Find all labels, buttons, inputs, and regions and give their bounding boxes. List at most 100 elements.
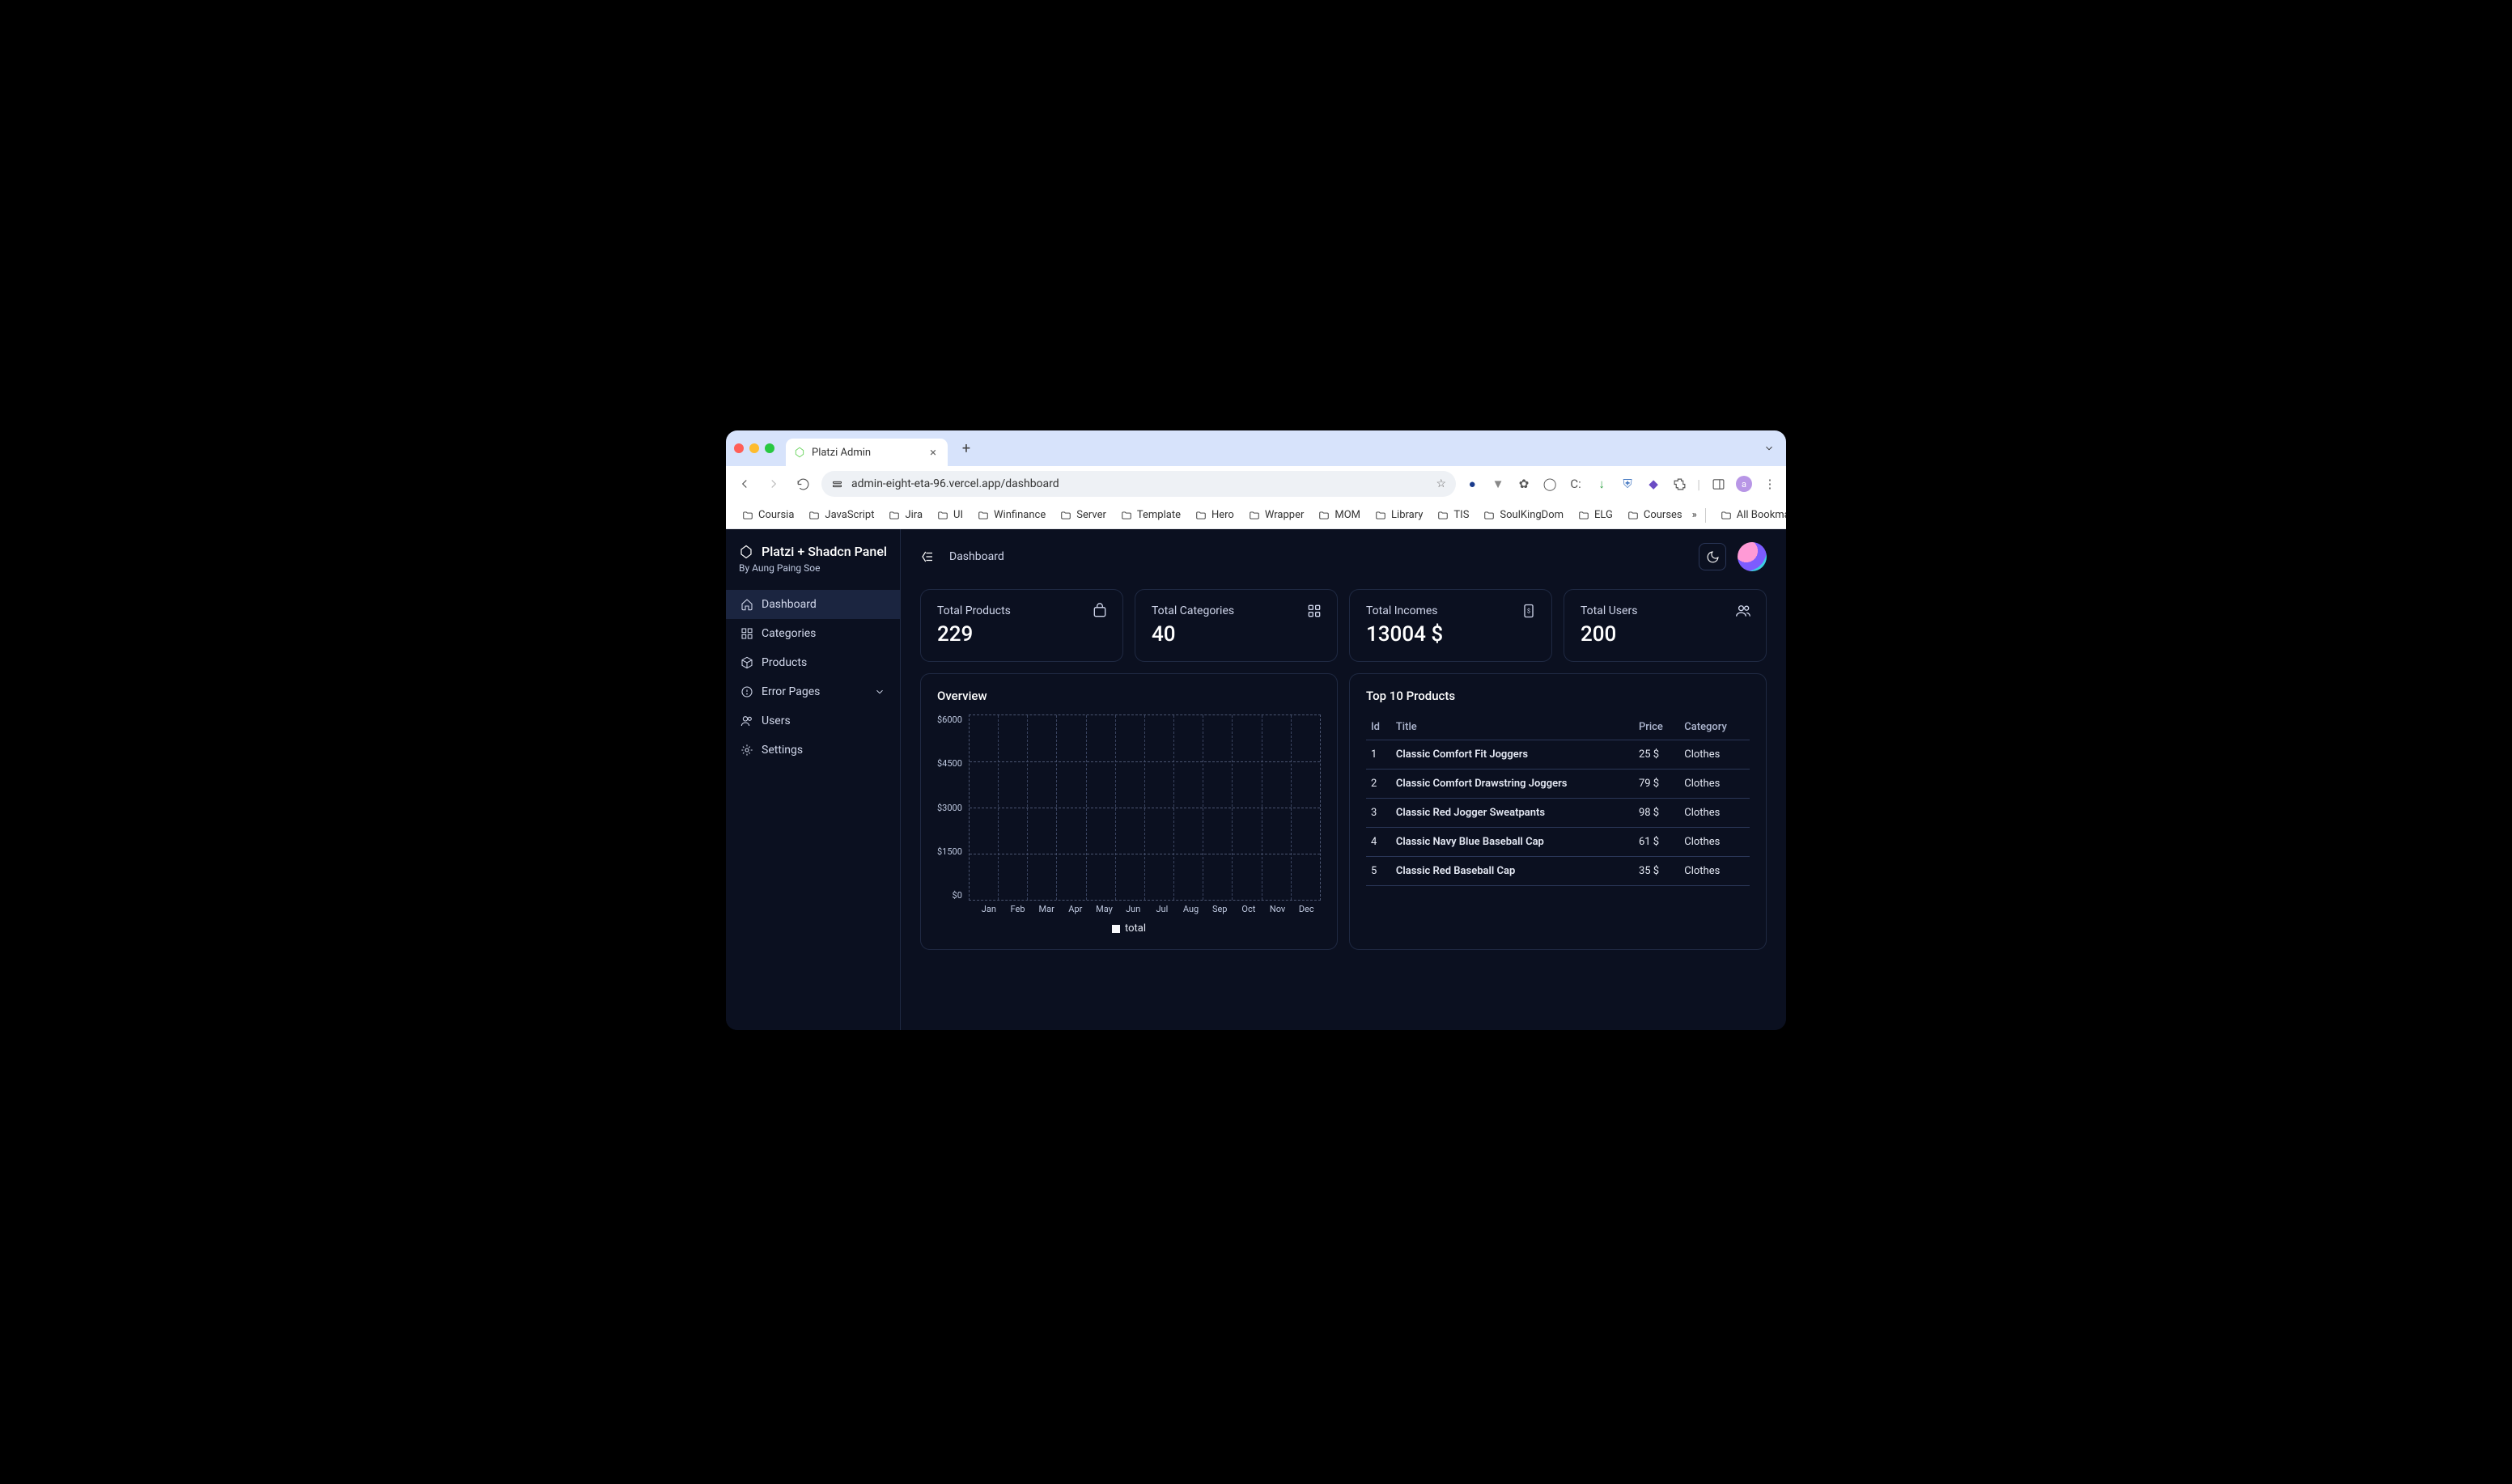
package-icon: [1092, 603, 1108, 619]
ext-puzzle-badge-icon[interactable]: ◆: [1645, 476, 1661, 492]
back-button[interactable]: [734, 473, 755, 494]
all-bookmarks-label: All Bookmarks: [1737, 509, 1786, 521]
bookmark-item[interactable]: ELG: [1572, 507, 1619, 524]
ext-c-icon[interactable]: C:: [1568, 476, 1584, 492]
sidebar-item-label: Error Pages: [762, 685, 820, 698]
overview-chart: $6000$4500$3000$1500$0: [937, 714, 1321, 901]
brand-block: Platzi + Shadcn Panel By Aung Paing Soe: [726, 544, 900, 590]
sidebar-item-label: Dashboard: [762, 598, 817, 611]
all-bookmarks-button[interactable]: All Bookmarks: [1714, 507, 1786, 524]
table-row[interactable]: 4Classic Navy Blue Baseball Cap61 $Cloth…: [1366, 828, 1750, 857]
bookmark-item[interactable]: Courses: [1621, 507, 1689, 524]
table-row[interactable]: 5Classic Red Baseball Cap35 $Clothes: [1366, 857, 1750, 886]
bookmark-item[interactable]: Wrapper: [1242, 507, 1311, 524]
toggle-sidebar-icon[interactable]: [920, 549, 935, 564]
extensions-icon[interactable]: [1671, 476, 1687, 492]
chart-legend: total: [937, 922, 1321, 935]
col-id: Id: [1366, 714, 1391, 740]
bookmark-item[interactable]: Hero: [1189, 507, 1241, 524]
bookmark-item[interactable]: Jira: [882, 507, 929, 524]
bookmark-star-icon[interactable]: ☆: [1436, 477, 1447, 490]
address-bar[interactable]: admin-eight-eta-96.vercel.app/dashboard …: [821, 471, 1456, 497]
gear-icon: [740, 744, 753, 757]
brand-title: Platzi + Shadcn Panel: [762, 544, 887, 559]
chevron-down-icon: [874, 686, 885, 697]
folder-icon: [1721, 510, 1732, 521]
top-products-panel: Top 10 Products Id Title Price Category: [1349, 673, 1767, 950]
box-icon: [740, 656, 753, 669]
bookmark-item[interactable]: Winfinance: [971, 507, 1052, 524]
window-close[interactable]: [734, 443, 744, 453]
bookmark-item[interactable]: Template: [1114, 507, 1187, 524]
sidebar-item-users[interactable]: Users: [726, 706, 900, 736]
bookmark-item[interactable]: SoulKingDom: [1477, 507, 1570, 524]
card-value: 40: [1152, 622, 1321, 647]
bookmark-item[interactable]: JavaScript: [802, 507, 880, 524]
tab-overflow-icon[interactable]: [1760, 439, 1778, 457]
sidebar-item-label: Products: [762, 656, 807, 669]
legend-label: total: [1125, 922, 1146, 935]
table-row[interactable]: 2Classic Comfort Drawstring Joggers79 $C…: [1366, 770, 1750, 799]
col-title: Title: [1391, 714, 1634, 740]
browser-tab[interactable]: Platzi Admin ×: [786, 439, 948, 466]
col-price: Price: [1634, 714, 1679, 740]
tab-title: Platzi Admin: [812, 447, 871, 459]
card-total-users: Total Users 200: [1564, 589, 1767, 662]
bookmark-item[interactable]: Server: [1054, 507, 1113, 524]
browser-window: Platzi Admin × + admin-eight-eta-96.verc…: [726, 430, 1786, 1030]
card-total-incomes: Total Incomes $ 13004 $: [1349, 589, 1552, 662]
ext-vercel-icon[interactable]: ▼: [1490, 476, 1506, 492]
svg-text:$: $: [1527, 608, 1530, 615]
sidebar-item-categories[interactable]: Categories: [726, 619, 900, 648]
ext-leaf-icon[interactable]: ✿: [1516, 476, 1532, 492]
moon-icon: [1706, 550, 1720, 564]
theme-toggle-button[interactable]: [1699, 543, 1726, 570]
side-panel-icon[interactable]: [1710, 476, 1726, 492]
ext-checkmark-icon[interactable]: ●: [1464, 476, 1480, 492]
ext-circle-icon[interactable]: ◯: [1542, 476, 1558, 492]
bookmark-item[interactable]: TIS: [1431, 507, 1475, 524]
browser-toolbar: admin-eight-eta-96.vercel.app/dashboard …: [726, 466, 1786, 502]
grid-icon: [740, 627, 753, 640]
col-category: Category: [1679, 714, 1750, 740]
table-row[interactable]: 1Classic Comfort Fit Joggers25 $Clothes: [1366, 740, 1750, 770]
bookmark-item[interactable]: Library: [1368, 507, 1429, 524]
bookmarks-overflow-icon[interactable]: »: [1692, 509, 1697, 521]
home-icon: [740, 598, 753, 611]
sidebar-item-products[interactable]: Products: [726, 648, 900, 677]
extension-icons: ● ▼ ✿ ◯ C: ↓ ⛨ ◆ | a ⋮: [1464, 476, 1778, 492]
bookmark-item[interactable]: UI: [931, 507, 970, 524]
tab-strip: Platzi Admin × +: [726, 430, 1786, 466]
user-avatar[interactable]: [1738, 542, 1767, 571]
ext-download-icon[interactable]: ↓: [1593, 476, 1610, 492]
stat-cards: Total Products 229 Total Categories 40 T…: [901, 578, 1786, 673]
sidebar-item-error-pages[interactable]: Error Pages: [726, 677, 900, 706]
overview-title: Overview: [937, 689, 1321, 703]
bookmark-item[interactable]: MOM: [1312, 507, 1367, 524]
window-minimize[interactable]: [749, 443, 759, 453]
sidebar-item-label: Users: [762, 714, 791, 727]
bookmark-item[interactable]: Coursia: [736, 507, 800, 524]
close-tab-icon[interactable]: ×: [927, 445, 940, 460]
topbar: Dashboard: [901, 529, 1786, 578]
sidebar: Platzi + Shadcn Panel By Aung Paing Soe …: [726, 529, 901, 1030]
brand-logo-icon: [739, 545, 753, 559]
reload-button[interactable]: [792, 473, 813, 494]
grid-icon: [1306, 603, 1322, 619]
sidebar-item-settings[interactable]: Settings: [726, 736, 900, 765]
browser-menu-icon[interactable]: ⋮: [1762, 476, 1778, 492]
profile-avatar-icon[interactable]: a: [1736, 476, 1752, 492]
site-info-icon[interactable]: [831, 478, 843, 490]
forward-button[interactable]: [763, 473, 784, 494]
card-total-products: Total Products 229: [920, 589, 1123, 662]
platzi-favicon-icon: [794, 447, 805, 458]
legend-swatch: [1112, 925, 1120, 933]
table-row[interactable]: 3Classic Red Jogger Sweatpants98 $Clothe…: [1366, 799, 1750, 828]
ext-shield-icon[interactable]: ⛨: [1619, 476, 1636, 492]
receipt-icon: $: [1521, 603, 1537, 619]
breadcrumb: Dashboard: [949, 550, 1004, 563]
new-tab-button[interactable]: +: [956, 438, 977, 459]
window-maximize[interactable]: [765, 443, 774, 453]
sidebar-item-dashboard[interactable]: Dashboard: [726, 590, 900, 619]
brand-subtitle: By Aung Paing Soe: [739, 562, 887, 574]
